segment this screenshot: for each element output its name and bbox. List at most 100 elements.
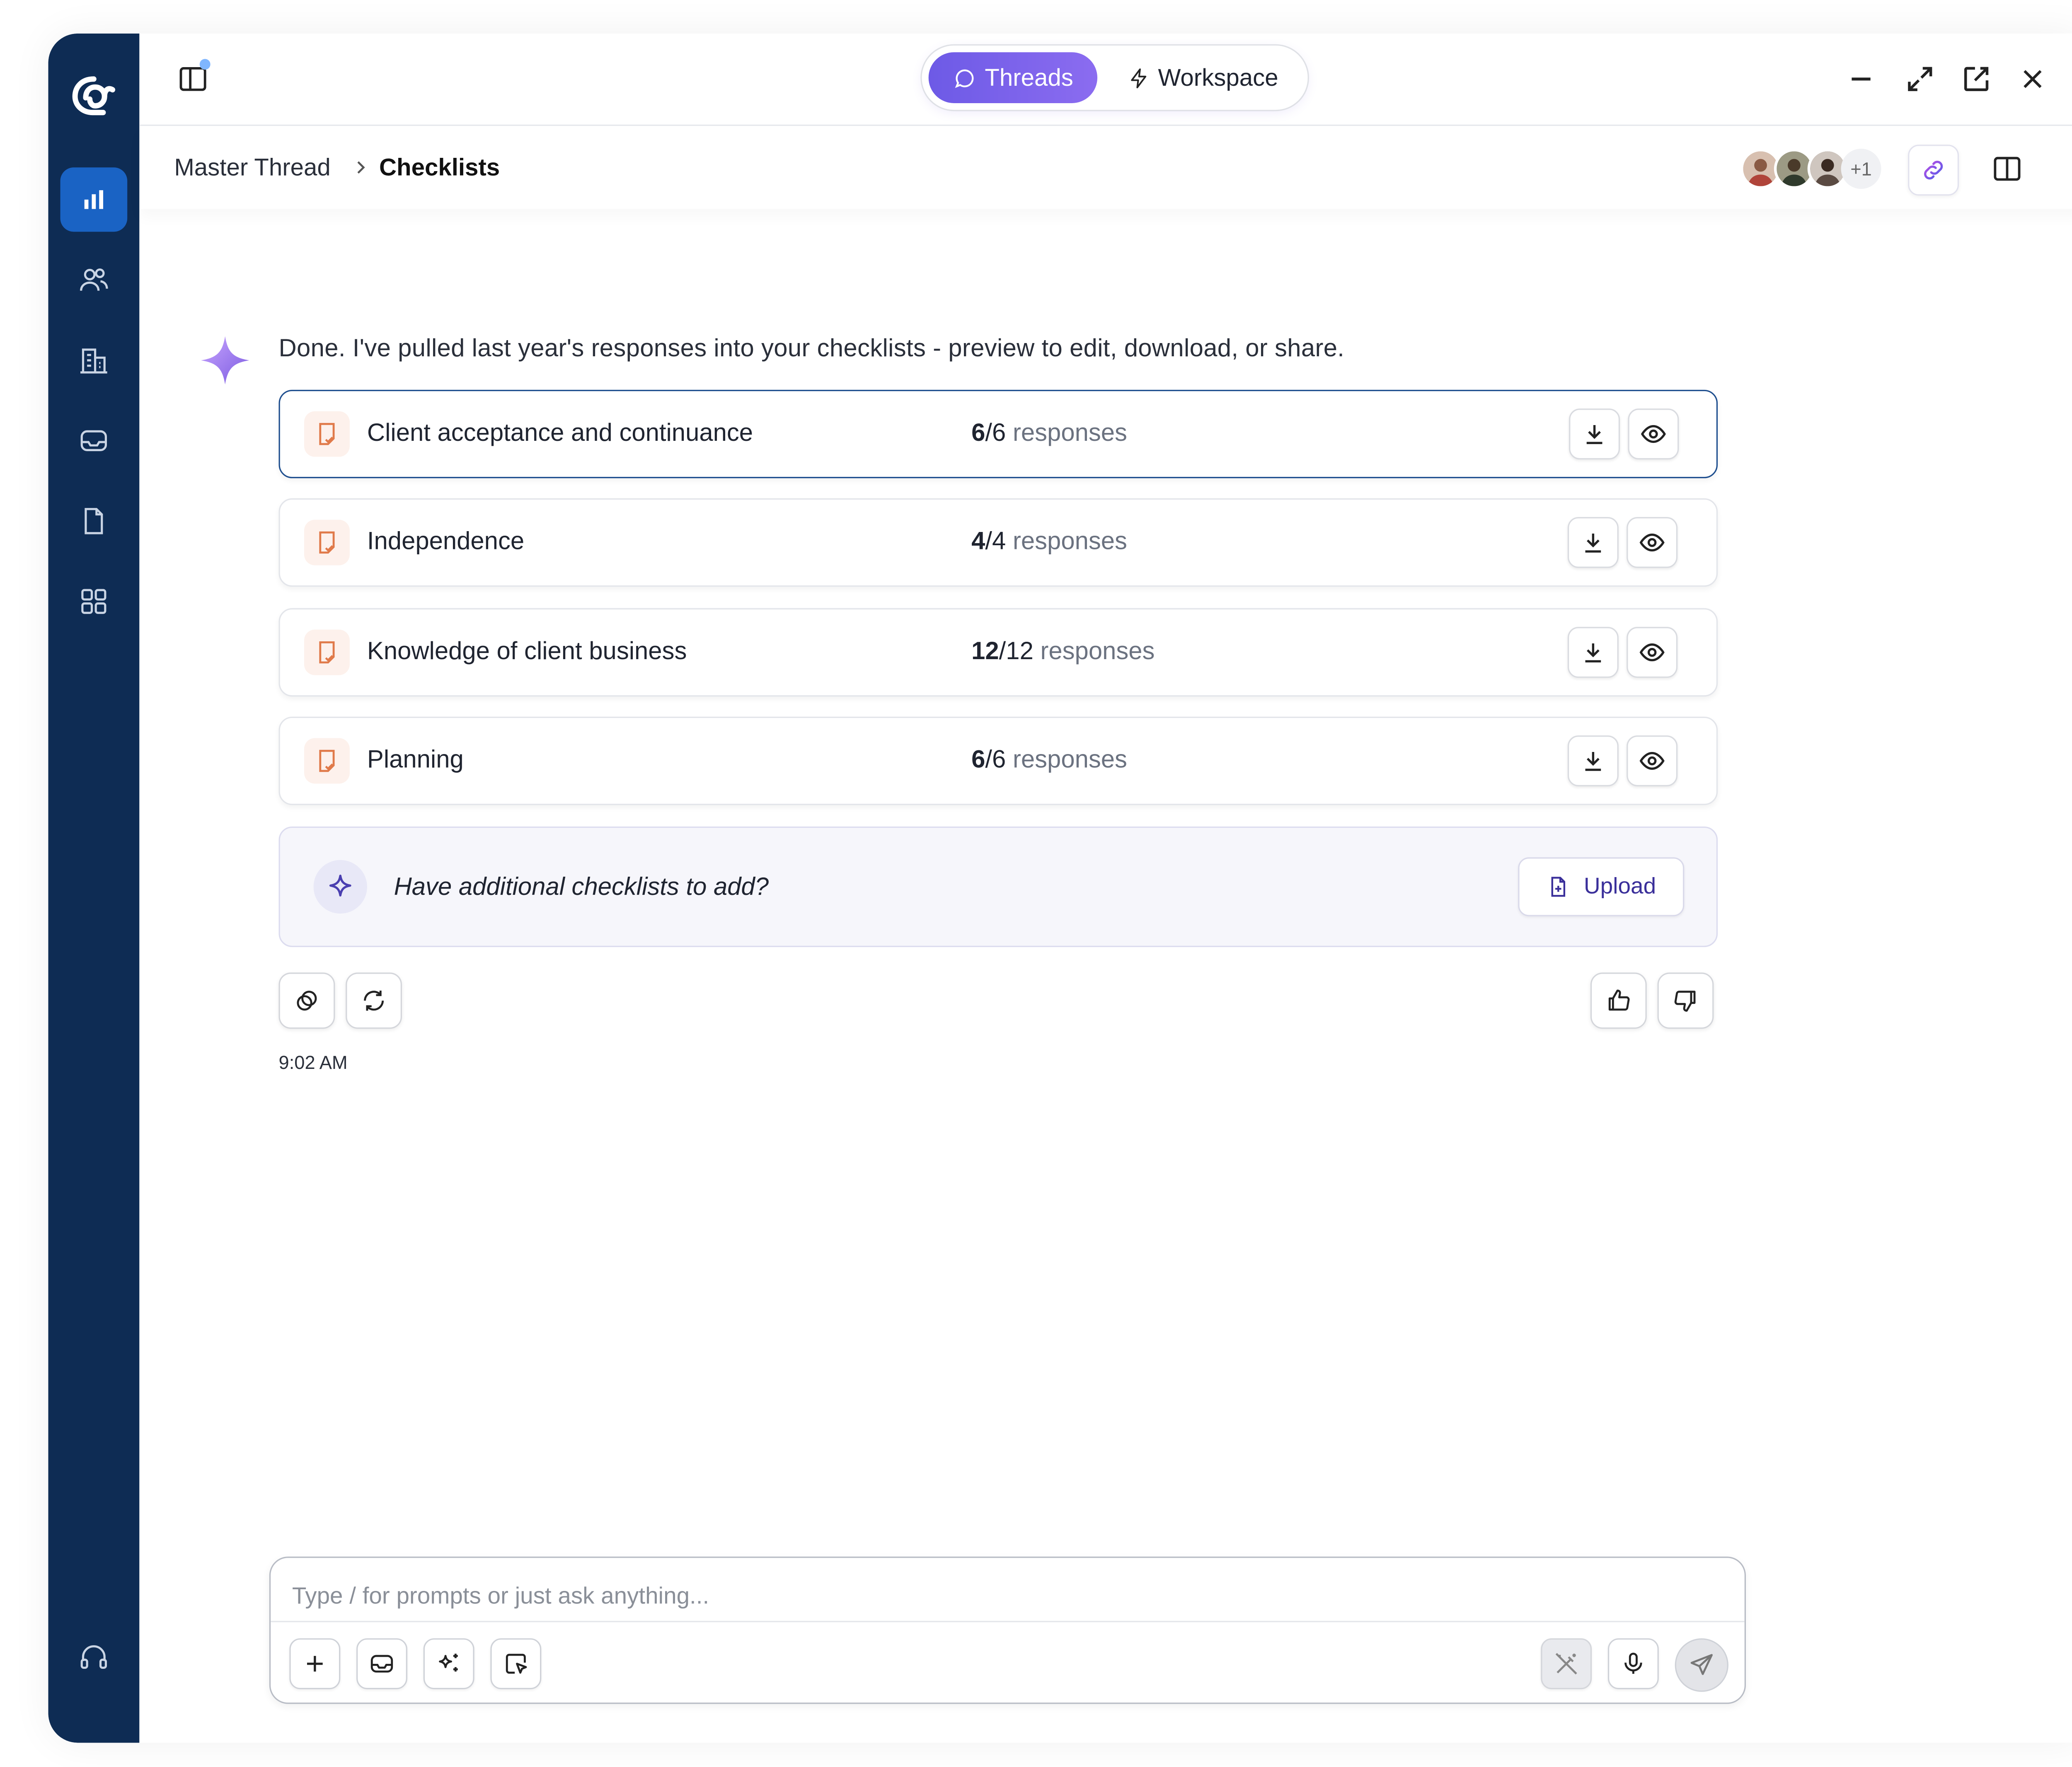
thumbs-down-button[interactable] [1657, 972, 1714, 1029]
tab-threads[interactable]: Threads [928, 52, 1098, 103]
checklist-name: Client acceptance and continuance [367, 418, 753, 446]
message-timestamp: 9:02 AM [278, 1051, 348, 1073]
select-area-button[interactable] [490, 1638, 542, 1690]
person-avatar-icon [1777, 151, 1812, 186]
sidebar-item-inbox[interactable] [60, 409, 127, 473]
sparkle-icon [313, 860, 367, 914]
copy-icon [297, 991, 317, 1011]
checklist-card[interactable]: Independence 4/4 responses [278, 498, 1718, 587]
eye-icon [1639, 752, 1665, 770]
open-external-icon[interactable] [1960, 63, 1992, 95]
checklist-doc-icon [304, 629, 350, 675]
preview-button[interactable] [1627, 627, 1678, 678]
chat-bubble-icon [955, 69, 974, 87]
sidebar-item-apps[interactable] [60, 569, 127, 633]
upload-button[interactable]: Upload [1518, 857, 1685, 916]
sidebar-item-documents[interactable] [60, 489, 127, 553]
checklist-card[interactable]: Planning 6/6 responses [278, 716, 1718, 805]
more-collaborators-badge[interactable]: +1 [1841, 148, 1881, 189]
send-button[interactable] [1675, 1638, 1728, 1692]
lightning-icon [1131, 68, 1147, 88]
preview-button[interactable] [1627, 517, 1678, 568]
download-button[interactable] [1567, 517, 1619, 568]
eye-icon [1639, 533, 1665, 552]
inbox-button[interactable] [356, 1638, 407, 1690]
upload-label: Upload [1583, 873, 1656, 899]
download-icon [1586, 425, 1602, 444]
plus-icon [307, 1656, 323, 1672]
preview-button[interactable] [1628, 409, 1679, 460]
inbox-icon [370, 1655, 393, 1673]
checklist-name: Planning [367, 745, 464, 773]
headset-icon [80, 1645, 107, 1669]
ai-tools-button[interactable] [423, 1638, 474, 1690]
tab-workspace[interactable]: Workspace [1104, 52, 1302, 103]
sidebar-item-organizations[interactable] [60, 328, 127, 392]
close-icon[interactable] [2016, 63, 2049, 95]
cursor-select-icon [506, 1653, 527, 1674]
thumbs-up-button[interactable] [1590, 972, 1647, 1029]
link-icon [1924, 161, 1943, 180]
breadcrumb-bar: Master Thread Checklists +1 [139, 126, 2072, 209]
sparkles-icon [439, 1653, 458, 1672]
regenerate-button[interactable] [346, 972, 402, 1029]
thumbs-down-icon [1674, 991, 1696, 1012]
magic-wand-icon [1555, 1653, 1577, 1675]
sidebar-item-support[interactable] [60, 1625, 127, 1689]
download-button[interactable] [1569, 409, 1620, 460]
view-switcher: Threads Workspace [922, 45, 1308, 110]
microphone-button[interactable] [1607, 1638, 1659, 1690]
checklist-name: Knowledge of client business [367, 636, 687, 665]
breadcrumb-parent[interactable]: Master Thread [174, 154, 330, 182]
top-bar: Threads Workspace [139, 34, 2072, 126]
download-button[interactable] [1567, 627, 1619, 678]
users-icon [80, 268, 108, 291]
assistant-message: Done. I've pulled last year's responses … [278, 334, 1345, 362]
add-checklists-text: Have additional checklists to add? [394, 872, 769, 900]
tab-threads-label: Threads [985, 63, 1073, 91]
checklist-response-count: 6/6 responses [971, 745, 1127, 773]
magic-wand-button[interactable] [1541, 1638, 1592, 1690]
split-view-icon[interactable] [1991, 153, 2024, 185]
document-icon [85, 508, 103, 534]
sidebar-item-users[interactable] [60, 248, 127, 312]
expand-icon[interactable] [1904, 63, 1936, 95]
minimize-icon[interactable] [1845, 63, 1877, 95]
checklist-doc-icon [304, 738, 350, 784]
download-button[interactable] [1567, 735, 1619, 786]
sidebar-item-analytics[interactable] [60, 167, 128, 232]
eye-icon [1641, 425, 1666, 443]
send-icon [1690, 1654, 1713, 1675]
link-button[interactable] [1908, 145, 1959, 196]
person-avatar-icon [1810, 151, 1845, 186]
add-checklists-prompt: Have additional checklists to add? Uploa… [278, 826, 1718, 947]
tab-workspace-label: Workspace [1158, 63, 1278, 91]
download-icon [1585, 533, 1601, 553]
checklist-name: Independence [367, 526, 525, 555]
composer-divider [271, 1621, 1745, 1622]
building-icon [80, 348, 107, 374]
person-avatar-icon [1743, 151, 1778, 186]
download-icon [1585, 643, 1601, 662]
checklist-response-count: 6/6 responses [971, 418, 1127, 446]
notification-dot [199, 59, 211, 70]
preview-button[interactable] [1627, 735, 1678, 786]
add-button[interactable] [289, 1638, 341, 1690]
checklist-card[interactable]: Client acceptance and continuance 6/6 re… [278, 389, 1718, 479]
chevron-right-icon [357, 161, 365, 174]
app-window: Threads Workspace Master Thread Checklis… [48, 33, 2072, 1743]
eye-icon [1639, 643, 1665, 662]
apps-grid-icon [81, 589, 107, 614]
ai-sparkle-icon [201, 336, 249, 384]
composer [269, 1557, 1746, 1704]
checklist-card[interactable]: Knowledge of client business 12/12 respo… [278, 608, 1718, 697]
microphone-icon [1624, 1653, 1642, 1674]
checklist-response-count: 12/12 responses [971, 636, 1155, 665]
app-logo-icon[interactable] [67, 68, 121, 122]
download-icon [1585, 752, 1601, 771]
file-plus-icon [1551, 877, 1566, 897]
breadcrumb-current: Checklists [379, 154, 500, 181]
copy-button[interactable] [278, 972, 335, 1029]
prompt-input[interactable] [289, 1576, 1715, 1615]
bar-chart-icon [84, 190, 103, 209]
